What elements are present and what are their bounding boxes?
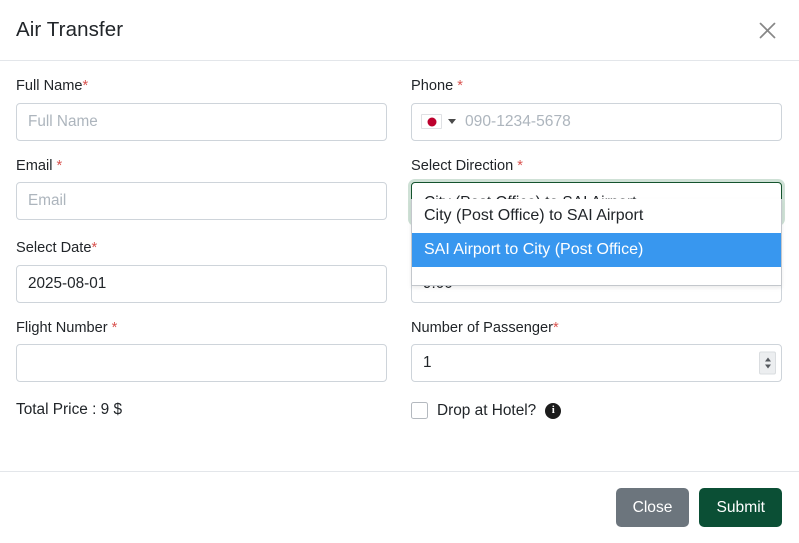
info-icon[interactable]: i: [545, 402, 562, 419]
label-select-date: Select Date*: [16, 240, 98, 256]
japan-flag-icon: [421, 114, 442, 129]
stepper-up-icon[interactable]: [764, 357, 771, 362]
close-icon[interactable]: [752, 15, 782, 45]
required-marker: *: [552, 319, 559, 336]
stepper-icon[interactable]: [759, 351, 776, 375]
phone-input[interactable]: 090-1234-5678: [463, 104, 781, 140]
dropdown-option-city-to-airport[interactable]: City (Post Office) to SAI Airport: [412, 199, 781, 233]
required-marker: *: [457, 78, 463, 94]
country-code-selector[interactable]: [412, 104, 463, 140]
drop-at-hotel-label: Drop at Hotel?: [437, 401, 537, 419]
field-select-direction: Select Direction * City (Post Office) to …: [411, 157, 782, 286]
required-marker: *: [56, 157, 63, 174]
field-email: Email * Email: [16, 158, 387, 224]
required-marker: *: [517, 157, 523, 174]
field-select-date: Select Date* 2025-08-01: [16, 240, 387, 303]
chevron-down-icon: [448, 119, 456, 124]
total-price-text: Total Price : 9 $: [16, 401, 123, 418]
air-transfer-modal: Air Transfer Full Name* Full Name Phone *: [0, 0, 799, 543]
full-name-input[interactable]: Full Name: [16, 102, 387, 141]
drop-at-hotel-row: Drop at Hotel? i: [411, 399, 782, 419]
number-of-passenger-input[interactable]: 1: [411, 344, 782, 382]
phone-input-group: 090-1234-5678: [411, 102, 782, 141]
select-date-input[interactable]: 2025-08-01: [16, 264, 387, 303]
field-full-name: Full Name* Full Name: [16, 78, 387, 141]
field-total-price: Total Price : 9 $: [16, 399, 387, 419]
label-number-of-passenger: Number of Passenger*: [411, 319, 559, 336]
flight-number-input[interactable]: [16, 344, 387, 382]
label-full-name: Full Name*: [16, 78, 89, 94]
email-input[interactable]: Email: [16, 182, 387, 220]
label-phone: Phone *: [411, 78, 463, 94]
required-marker: *: [82, 78, 89, 94]
close-button[interactable]: Close: [615, 488, 690, 527]
modal-title: Air Transfer: [16, 17, 124, 41]
passenger-stepper-wrap: 1: [411, 344, 782, 382]
field-flight-number: Flight Number *: [16, 319, 387, 382]
modal-header: Air Transfer: [0, 0, 799, 61]
select-direction-dropdown: City (Post Office) to SAI Airport SAI Ai…: [411, 198, 782, 286]
label-email: Email *: [16, 157, 63, 174]
drop-at-hotel-checkbox[interactable]: [411, 402, 428, 419]
modal-body: Full Name* Full Name Phone * 090-1234-567…: [0, 61, 799, 471]
label-flight-number: Flight Number *: [16, 319, 118, 336]
required-marker: *: [111, 319, 118, 336]
field-phone: Phone * 090-1234-5678: [411, 78, 782, 141]
stepper-down-icon[interactable]: [764, 364, 771, 369]
required-marker: *: [91, 240, 98, 256]
submit-button[interactable]: Submit: [699, 488, 782, 527]
modal-footer: Close Submit: [0, 471, 799, 543]
field-number-of-passenger: Number of Passenger* 1: [411, 319, 782, 382]
field-drop-at-hotel: Drop at Hotel? i: [411, 399, 782, 419]
form-grid: Full Name* Full Name Phone * 090-1234-567…: [16, 78, 783, 436]
label-select-direction: Select Direction *: [411, 157, 523, 174]
dropdown-option-airport-to-city[interactable]: SAI Airport to City (Post Office): [412, 232, 781, 267]
